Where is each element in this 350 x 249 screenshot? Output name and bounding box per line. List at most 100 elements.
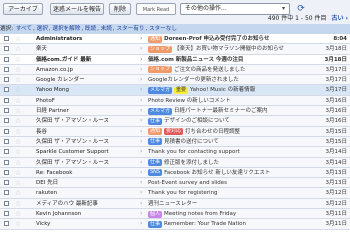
message-subject: メルマガ 日経パートナー最新セミナーのご案内 (148, 106, 308, 115)
deselect-link[interactable]: 選択を解除 (52, 26, 80, 32)
message-row[interactable]: ☆ 長谷 › 通知 要対応 打ち合わせの日程調整 3月15日 (0, 126, 350, 137)
select-read-link[interactable]: 既読 (85, 26, 96, 32)
message-date: 3月16日 (325, 108, 348, 115)
message-row[interactable]: ☆ 久保田 ザ・アマゾン・ルース › 仕事 見積書の送付について 3月15日 (0, 136, 350, 148)
star-icon[interactable]: ☆ (14, 34, 22, 43)
star-icon[interactable]: ☆ (14, 116, 22, 125)
report-spam-button[interactable]: 迷惑メールを報告 (50, 3, 104, 15)
label-badge[interactable]: 仕事 (148, 138, 163, 146)
message-row[interactable]: ☆ DEI 先日 › Post-Event survey and slides 3月13… (0, 178, 350, 189)
row-checkbox[interactable] (4, 128, 9, 134)
row-checkbox[interactable] (4, 138, 9, 144)
row-checkbox[interactable] (4, 211, 9, 217)
message-sender: 長谷 (36, 128, 48, 135)
label-badge[interactable]: 要対応 (164, 128, 184, 136)
message-sender: Yahoo Mong (36, 87, 70, 94)
label-badge[interactable]: 仕事 (148, 117, 163, 125)
star-icon[interactable]: ☆ (14, 44, 22, 53)
star-icon[interactable]: ☆ (14, 55, 22, 64)
star-icon[interactable]: ☆ (14, 75, 22, 84)
star-icon[interactable]: ☆ (14, 219, 22, 228)
select-unread-link[interactable]: 未読 (101, 26, 112, 32)
message-subject-text: Thank you for registering (148, 190, 218, 197)
message-row[interactable]: ☆ 日経 Partner › メルマガ 日経パートナー最新セミナーのご案内 3月16日 (0, 106, 350, 117)
row-checkbox[interactable] (4, 180, 9, 186)
mark-read-button[interactable]: Mark Read (136, 3, 176, 15)
row-checkbox[interactable] (4, 118, 9, 124)
row-checkbox[interactable] (4, 66, 9, 72)
message-row[interactable]: ☆ Kevin Johannson › 個人 Meeting notes from Fr… (0, 209, 350, 220)
row-checkbox[interactable] (4, 56, 9, 62)
label-badge[interactable]: 仕事 (148, 220, 163, 228)
select-link[interactable]: 選択 (37, 26, 48, 32)
importance-marker-icon: › (140, 168, 143, 176)
importance-marker-icon: › (140, 86, 143, 94)
row-checkbox[interactable] (4, 221, 9, 227)
message-subject: 価格.com 新製品ニュース 今週の注目 (148, 55, 308, 64)
row-checkbox[interactable] (4, 97, 9, 103)
message-row[interactable]: ☆ 久保田 ザ・アマゾン・ルース › 仕事 デザインのご相談について 3月16日 (0, 116, 350, 127)
row-checkbox[interactable] (4, 36, 9, 41)
message-row[interactable]: ☆ PhotoF › Photo Review の新しいコメント 3月16日 (0, 95, 350, 107)
message-row[interactable]: ☆ 楽天 › ショップ 【楽天】お買い物マラソン開催中のお知らせ 3月18日 (0, 44, 350, 55)
label-badge[interactable]: ショップ (148, 45, 173, 53)
archive-button[interactable]: アーカイブ (3, 3, 43, 15)
importance-marker-icon: › (140, 45, 143, 53)
importance-marker-icon: › (140, 96, 143, 104)
message-subject: 個人 Meeting notes from Friday (148, 209, 308, 218)
star-icon[interactable]: ☆ (14, 188, 22, 197)
star-icon[interactable]: ☆ (14, 65, 22, 74)
row-checkbox[interactable] (4, 159, 9, 165)
message-row[interactable]: ☆ Re: Facebook › SNS Facebook お知らせ 新しい友達リクエス… (0, 167, 350, 179)
star-icon[interactable]: ☆ (14, 209, 22, 218)
label-badge[interactable]: ショップ (148, 66, 173, 74)
label-badge[interactable]: 通知 (148, 35, 163, 43)
star-icon[interactable]: ☆ (14, 127, 22, 136)
message-row[interactable]: ☆ Google カレンダー › Googleカレンダーの更新されました 3月17日 (0, 75, 350, 86)
row-checkbox[interactable] (4, 149, 9, 155)
star-icon[interactable]: ☆ (14, 96, 22, 105)
row-checkbox[interactable] (4, 46, 9, 52)
message-row[interactable]: ☆ Vicky › 仕事 Remember: Your Trade Nation 3月11… (0, 219, 350, 230)
message-sender: rakuten (36, 190, 58, 197)
older-link[interactable]: 古い › (331, 15, 348, 22)
label-badge[interactable]: 仕事 (148, 159, 163, 167)
star-icon[interactable]: ☆ (14, 147, 22, 156)
message-row[interactable]: ☆ Amazon.co.jp › ショップ ご注文の商品を発送しました 3月17日 (0, 64, 350, 76)
message-subject-text: デザインのご相談について (164, 118, 230, 125)
row-checkbox[interactable] (4, 200, 9, 206)
select-starred-link[interactable]: スター有り (116, 26, 144, 32)
message-subject: 通知 Doreen-Prof 申込み受付完了のお知らせ (148, 34, 308, 43)
label-badge[interactable]: 通知 (148, 128, 163, 136)
message-date: 3月13日 (325, 169, 348, 176)
star-icon[interactable]: ☆ (14, 158, 22, 167)
select-all-link[interactable]: すべて (16, 26, 32, 32)
star-icon[interactable]: ☆ (14, 178, 22, 187)
label-badge[interactable]: SNS (148, 169, 163, 177)
message-row[interactable]: ☆ Sparkle Customer Support › Thank you for … (0, 147, 350, 158)
star-icon[interactable]: ☆ (14, 168, 22, 177)
message-row[interactable]: ☆ rakuten › Thank you for registering 3月12日 (0, 188, 350, 199)
label-badge[interactable]: メルマガ (148, 86, 173, 94)
label-badge[interactable]: 重要 (174, 86, 189, 94)
message-row[interactable]: ☆ Yahoo Mong › メルマガ 重要 Yahoo! Music の新着情報 3月17… (0, 85, 350, 96)
message-row[interactable]: ☆ メディアのハウ 最新記事 › 週刊ニュースレター 3月12日 (0, 198, 350, 210)
row-checkbox[interactable] (4, 190, 9, 196)
star-icon[interactable]: ☆ (14, 85, 22, 94)
row-checkbox[interactable] (4, 108, 9, 114)
label-badge[interactable]: メルマガ (148, 107, 173, 115)
star-icon[interactable]: ☆ (14, 137, 22, 146)
row-checkbox[interactable] (4, 169, 9, 175)
delete-button[interactable]: 削除 (109, 3, 131, 15)
message-subject: 通知 要対応 打ち合わせの日程調整 (148, 127, 308, 136)
message-row[interactable]: ☆ 価格com.ガイド 最新 › 価格.com 新製品ニュース 今週の注目 3月18日 (0, 54, 350, 65)
star-icon[interactable]: ☆ (14, 106, 22, 115)
label-badge[interactable]: 個人 (148, 210, 163, 218)
row-checkbox[interactable] (4, 87, 9, 93)
message-row[interactable]: ☆ 久保田 ザ・アマゾン・ルース › 仕事 修正版を添付しました 3月14日 (0, 157, 350, 168)
row-checkbox[interactable] (4, 77, 9, 83)
importance-marker-icon: › (140, 158, 143, 166)
star-icon[interactable]: ☆ (14, 199, 22, 208)
message-row[interactable]: ☆ Administrators › 通知 Doreen-Prof 申込み受付完了のお知… (0, 34, 350, 45)
select-unstarred-link[interactable]: スターなし (149, 26, 177, 32)
